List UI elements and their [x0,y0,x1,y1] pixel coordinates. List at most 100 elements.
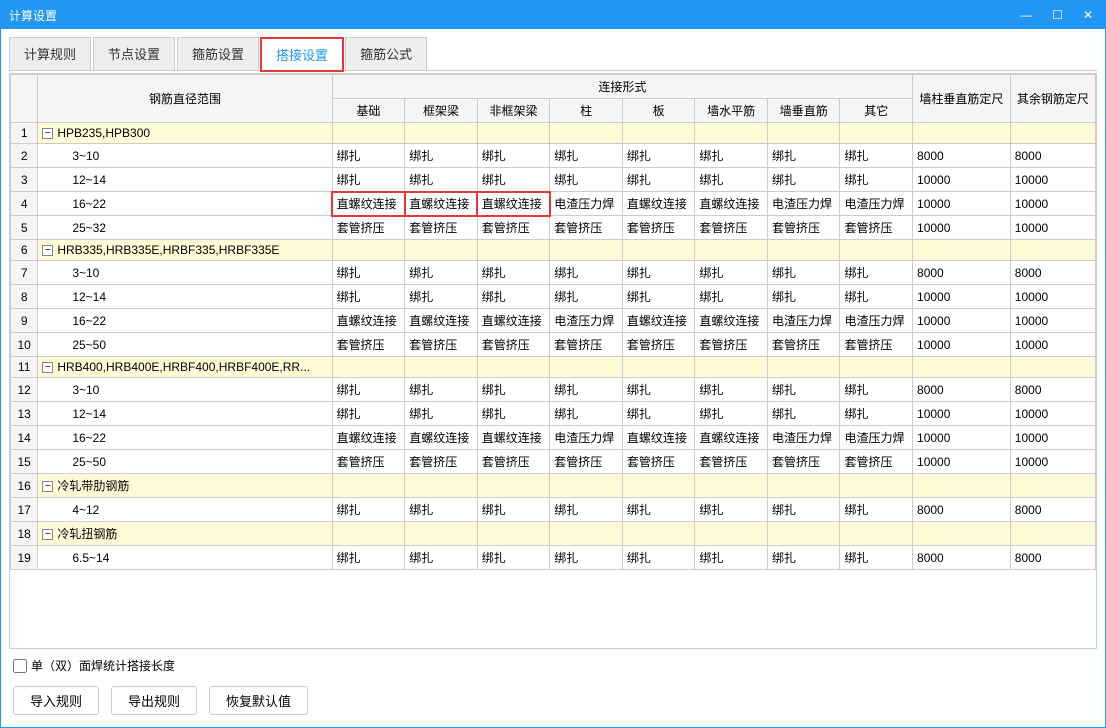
data-cell[interactable]: 直螺纹连接 [622,192,695,216]
action-button-2[interactable]: 恢复默认值 [209,686,308,715]
data-cell[interactable]: 绑扎 [550,285,623,309]
data-cell[interactable]: 电渣压力焊 [840,192,913,216]
data-cell[interactable]: 绑扎 [840,402,913,426]
data-cell[interactable]: 绑扎 [332,378,405,402]
data-cell[interactable]: 绑扎 [767,402,840,426]
range-cell[interactable]: 3~10 [38,261,332,285]
data-cell[interactable]: 套管挤压 [767,333,840,357]
data-cell[interactable]: 直螺纹连接 [477,426,550,450]
col-b-cell[interactable]: 10000 [1010,402,1095,426]
data-cell[interactable]: 套管挤压 [767,216,840,240]
range-cell[interactable]: 25~50 [38,333,332,357]
data-cell[interactable]: 套管挤压 [477,450,550,474]
group-label[interactable]: −HPB235,HPB300 [38,123,332,144]
data-cell[interactable]: 绑扎 [695,546,768,570]
action-button-0[interactable]: 导入规则 [13,686,99,715]
maximize-button[interactable]: ☐ [1048,8,1067,22]
col-a-cell[interactable]: 8000 [913,378,1011,402]
col-b-cell[interactable]: 8000 [1010,546,1095,570]
data-cell[interactable]: 套管挤压 [840,450,913,474]
action-button-1[interactable]: 导出规则 [111,686,197,715]
close-button[interactable]: ✕ [1079,8,1097,22]
data-cell[interactable]: 绑扎 [767,498,840,522]
range-cell[interactable]: 6.5~14 [38,546,332,570]
col-a-cell[interactable]: 10000 [913,333,1011,357]
data-cell[interactable]: 绑扎 [477,261,550,285]
data-cell[interactable]: 绑扎 [405,378,478,402]
data-cell[interactable]: 绑扎 [550,546,623,570]
minimize-button[interactable]: — [1016,8,1036,22]
col-a-cell[interactable]: 10000 [913,309,1011,333]
col-a-cell[interactable]: 10000 [913,285,1011,309]
group-label[interactable]: −HRB335,HRB335E,HRBF335,HRBF335E [38,240,332,261]
tab-2[interactable]: 箍筋设置 [177,37,259,70]
data-cell[interactable]: 绑扎 [695,285,768,309]
tab-4[interactable]: 箍筋公式 [345,37,427,70]
data-cell[interactable]: 绑扎 [695,144,768,168]
col-a-cell[interactable]: 8000 [913,546,1011,570]
data-cell[interactable]: 电渣压力焊 [767,192,840,216]
data-cell[interactable]: 绑扎 [767,378,840,402]
col-b-cell[interactable]: 8000 [1010,261,1095,285]
col-a-cell[interactable]: 10000 [913,450,1011,474]
data-cell[interactable]: 绑扎 [477,285,550,309]
tab-1[interactable]: 节点设置 [93,37,175,70]
data-cell[interactable]: 绑扎 [477,378,550,402]
range-cell[interactable]: 12~14 [38,168,332,192]
data-cell[interactable]: 套管挤压 [695,450,768,474]
data-cell[interactable]: 直螺纹连接 [405,192,478,216]
data-cell[interactable]: 直螺纹连接 [332,192,405,216]
data-cell[interactable]: 绑扎 [477,168,550,192]
data-cell[interactable]: 绑扎 [840,378,913,402]
data-cell[interactable]: 绑扎 [695,402,768,426]
range-cell[interactable]: 25~50 [38,450,332,474]
data-cell[interactable]: 绑扎 [840,144,913,168]
data-cell[interactable]: 直螺纹连接 [622,309,695,333]
col-a-cell[interactable]: 8000 [913,261,1011,285]
col-b-cell[interactable]: 10000 [1010,285,1095,309]
data-cell[interactable]: 直螺纹连接 [405,309,478,333]
data-cell[interactable]: 电渣压力焊 [767,309,840,333]
data-cell[interactable]: 绑扎 [332,498,405,522]
data-cell[interactable]: 绑扎 [405,168,478,192]
data-cell[interactable]: 绑扎 [477,498,550,522]
col-a-cell[interactable]: 8000 [913,144,1011,168]
data-cell[interactable]: 绑扎 [405,261,478,285]
tab-3[interactable]: 搭接设置 [261,38,343,71]
data-cell[interactable]: 套管挤压 [622,333,695,357]
collapse-icon[interactable]: − [42,529,53,540]
data-cell[interactable]: 套管挤压 [622,216,695,240]
group-label[interactable]: −冷轧带肋钢筋 [38,474,332,498]
data-cell[interactable]: 绑扎 [405,285,478,309]
data-cell[interactable]: 直螺纹连接 [695,192,768,216]
data-cell[interactable]: 直螺纹连接 [477,309,550,333]
data-cell[interactable]: 套管挤压 [695,333,768,357]
data-cell[interactable]: 绑扎 [622,168,695,192]
range-cell[interactable]: 3~10 [38,378,332,402]
collapse-icon[interactable]: − [42,481,53,492]
data-cell[interactable]: 绑扎 [622,498,695,522]
data-cell[interactable]: 直螺纹连接 [332,426,405,450]
data-cell[interactable]: 绑扎 [767,546,840,570]
data-cell[interactable]: 套管挤压 [405,450,478,474]
col-b-cell[interactable]: 10000 [1010,216,1095,240]
data-cell[interactable]: 绑扎 [767,261,840,285]
data-cell[interactable]: 绑扎 [622,378,695,402]
data-cell[interactable]: 绑扎 [477,144,550,168]
data-cell[interactable]: 绑扎 [767,168,840,192]
group-label[interactable]: −HRB400,HRB400E,HRBF400,HRBF400E,RR... [38,357,332,378]
data-cell[interactable]: 绑扎 [622,402,695,426]
data-cell[interactable]: 套管挤压 [332,216,405,240]
data-cell[interactable]: 直螺纹连接 [405,426,478,450]
data-cell[interactable]: 绑扎 [622,546,695,570]
data-cell[interactable]: 套管挤压 [622,450,695,474]
data-cell[interactable]: 绑扎 [840,168,913,192]
data-cell[interactable]: 直螺纹连接 [695,426,768,450]
col-b-cell[interactable]: 8000 [1010,144,1095,168]
data-cell[interactable]: 绑扎 [550,498,623,522]
data-cell[interactable]: 套管挤压 [405,333,478,357]
col-b-cell[interactable]: 10000 [1010,192,1095,216]
range-cell[interactable]: 12~14 [38,402,332,426]
data-cell[interactable]: 绑扎 [550,168,623,192]
collapse-icon[interactable]: − [42,362,53,373]
